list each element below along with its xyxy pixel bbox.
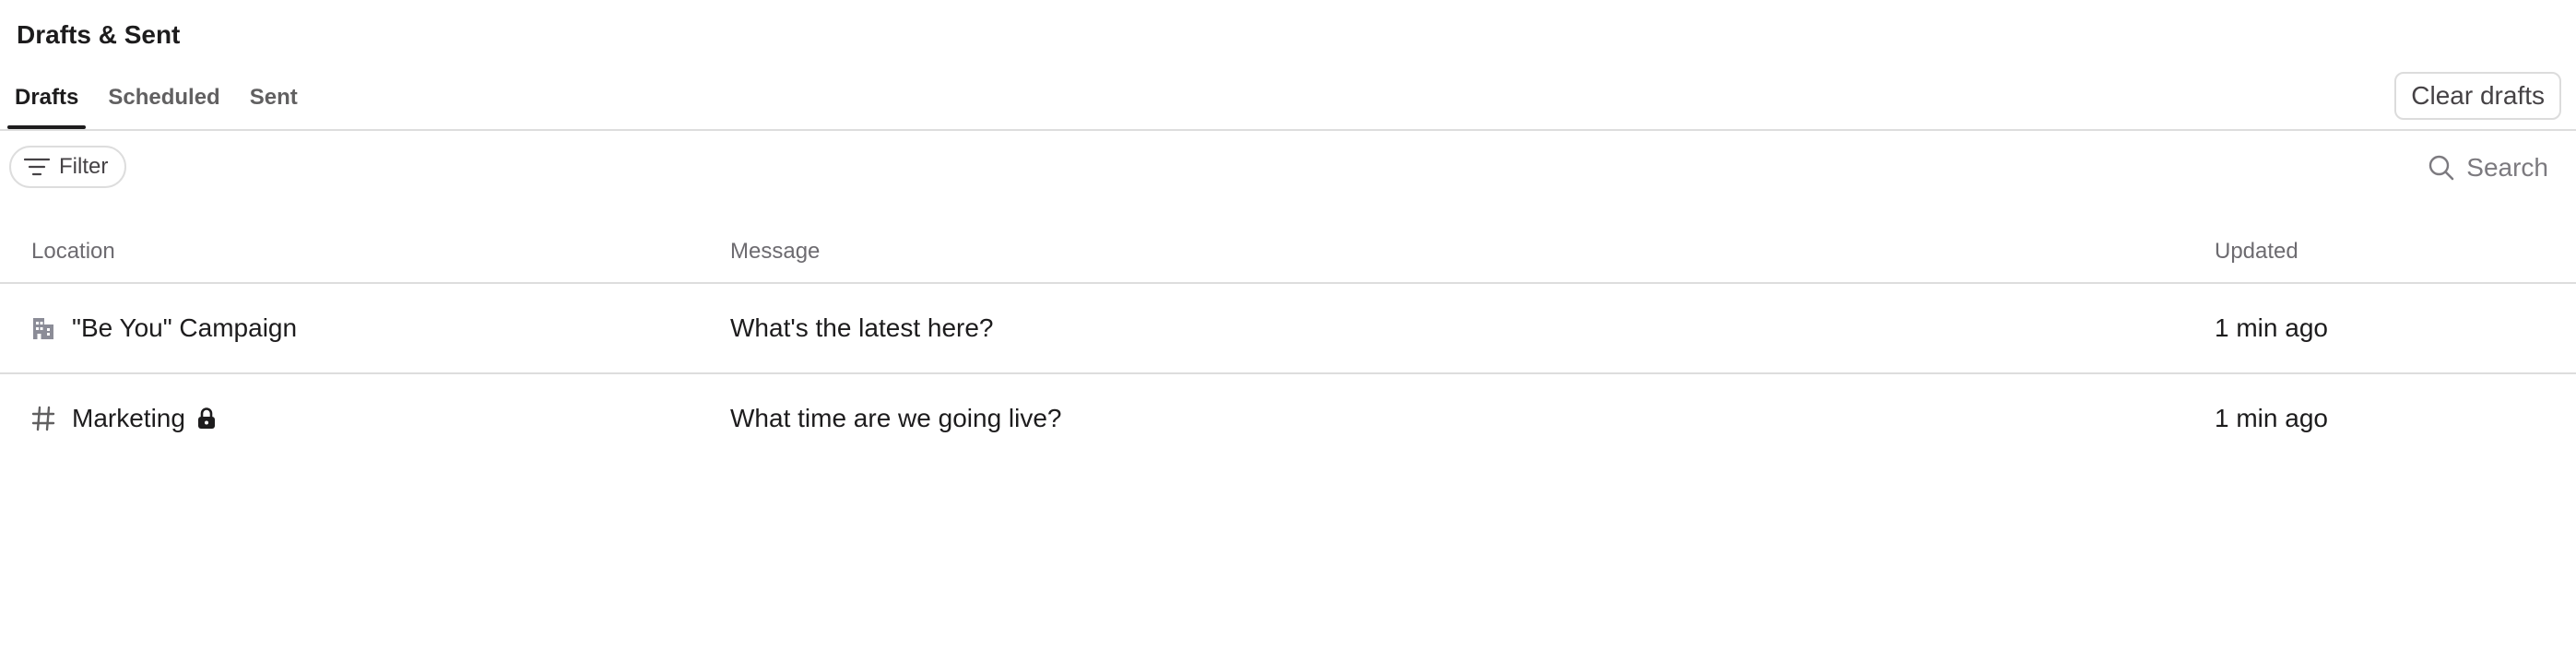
table-row[interactable]: Marketing What time are we going live? 1… [0,374,2576,463]
tab-scheduled[interactable]: Scheduled [100,77,227,129]
updated-cell: 1 min ago [2215,313,2328,342]
location-cell: "Be You" Campaign [31,284,297,372]
message-cell: What's the latest here? [730,313,994,342]
filter-button[interactable]: Filter [9,146,127,188]
column-header-message[interactable]: Message [730,238,820,266]
filter-icon [24,157,59,177]
drafts-table: Location Message Updated "Be You" Campai… [0,221,2576,463]
search-placeholder: Search [2466,153,2548,182]
location-name: "Be You" Campaign [72,313,298,342]
hash-icon [31,406,59,431]
table-row[interactable]: "Be You" Campaign What's the latest here… [0,284,2576,374]
tab-bar: Drafts Scheduled Sent [7,77,320,129]
location-name: Marketing [72,404,185,432]
updated-cell: 1 min ago [2215,404,2328,432]
table-header: Location Message Updated [0,221,2576,284]
search-icon [2428,154,2466,182]
filter-label: Filter [59,154,109,179]
column-header-location[interactable]: Location [31,238,115,266]
tab-sent[interactable]: Sent [242,77,305,129]
search-input[interactable]: Search [2428,148,2548,188]
message-cell: What time are we going live? [730,404,1062,432]
column-header-updated[interactable]: Updated [2215,238,2298,266]
tab-drafts[interactable]: Drafts [7,77,87,129]
drafts-sent-page: Drafts & Sent Drafts Scheduled Sent Clea… [0,0,2576,649]
page-title: Drafts & Sent [17,20,181,49]
header-divider [0,129,2576,131]
building-icon [31,315,59,341]
lock-icon [196,407,217,431]
location-cell: Marketing [31,374,217,463]
clear-drafts-button[interactable]: Clear drafts [2394,72,2561,120]
